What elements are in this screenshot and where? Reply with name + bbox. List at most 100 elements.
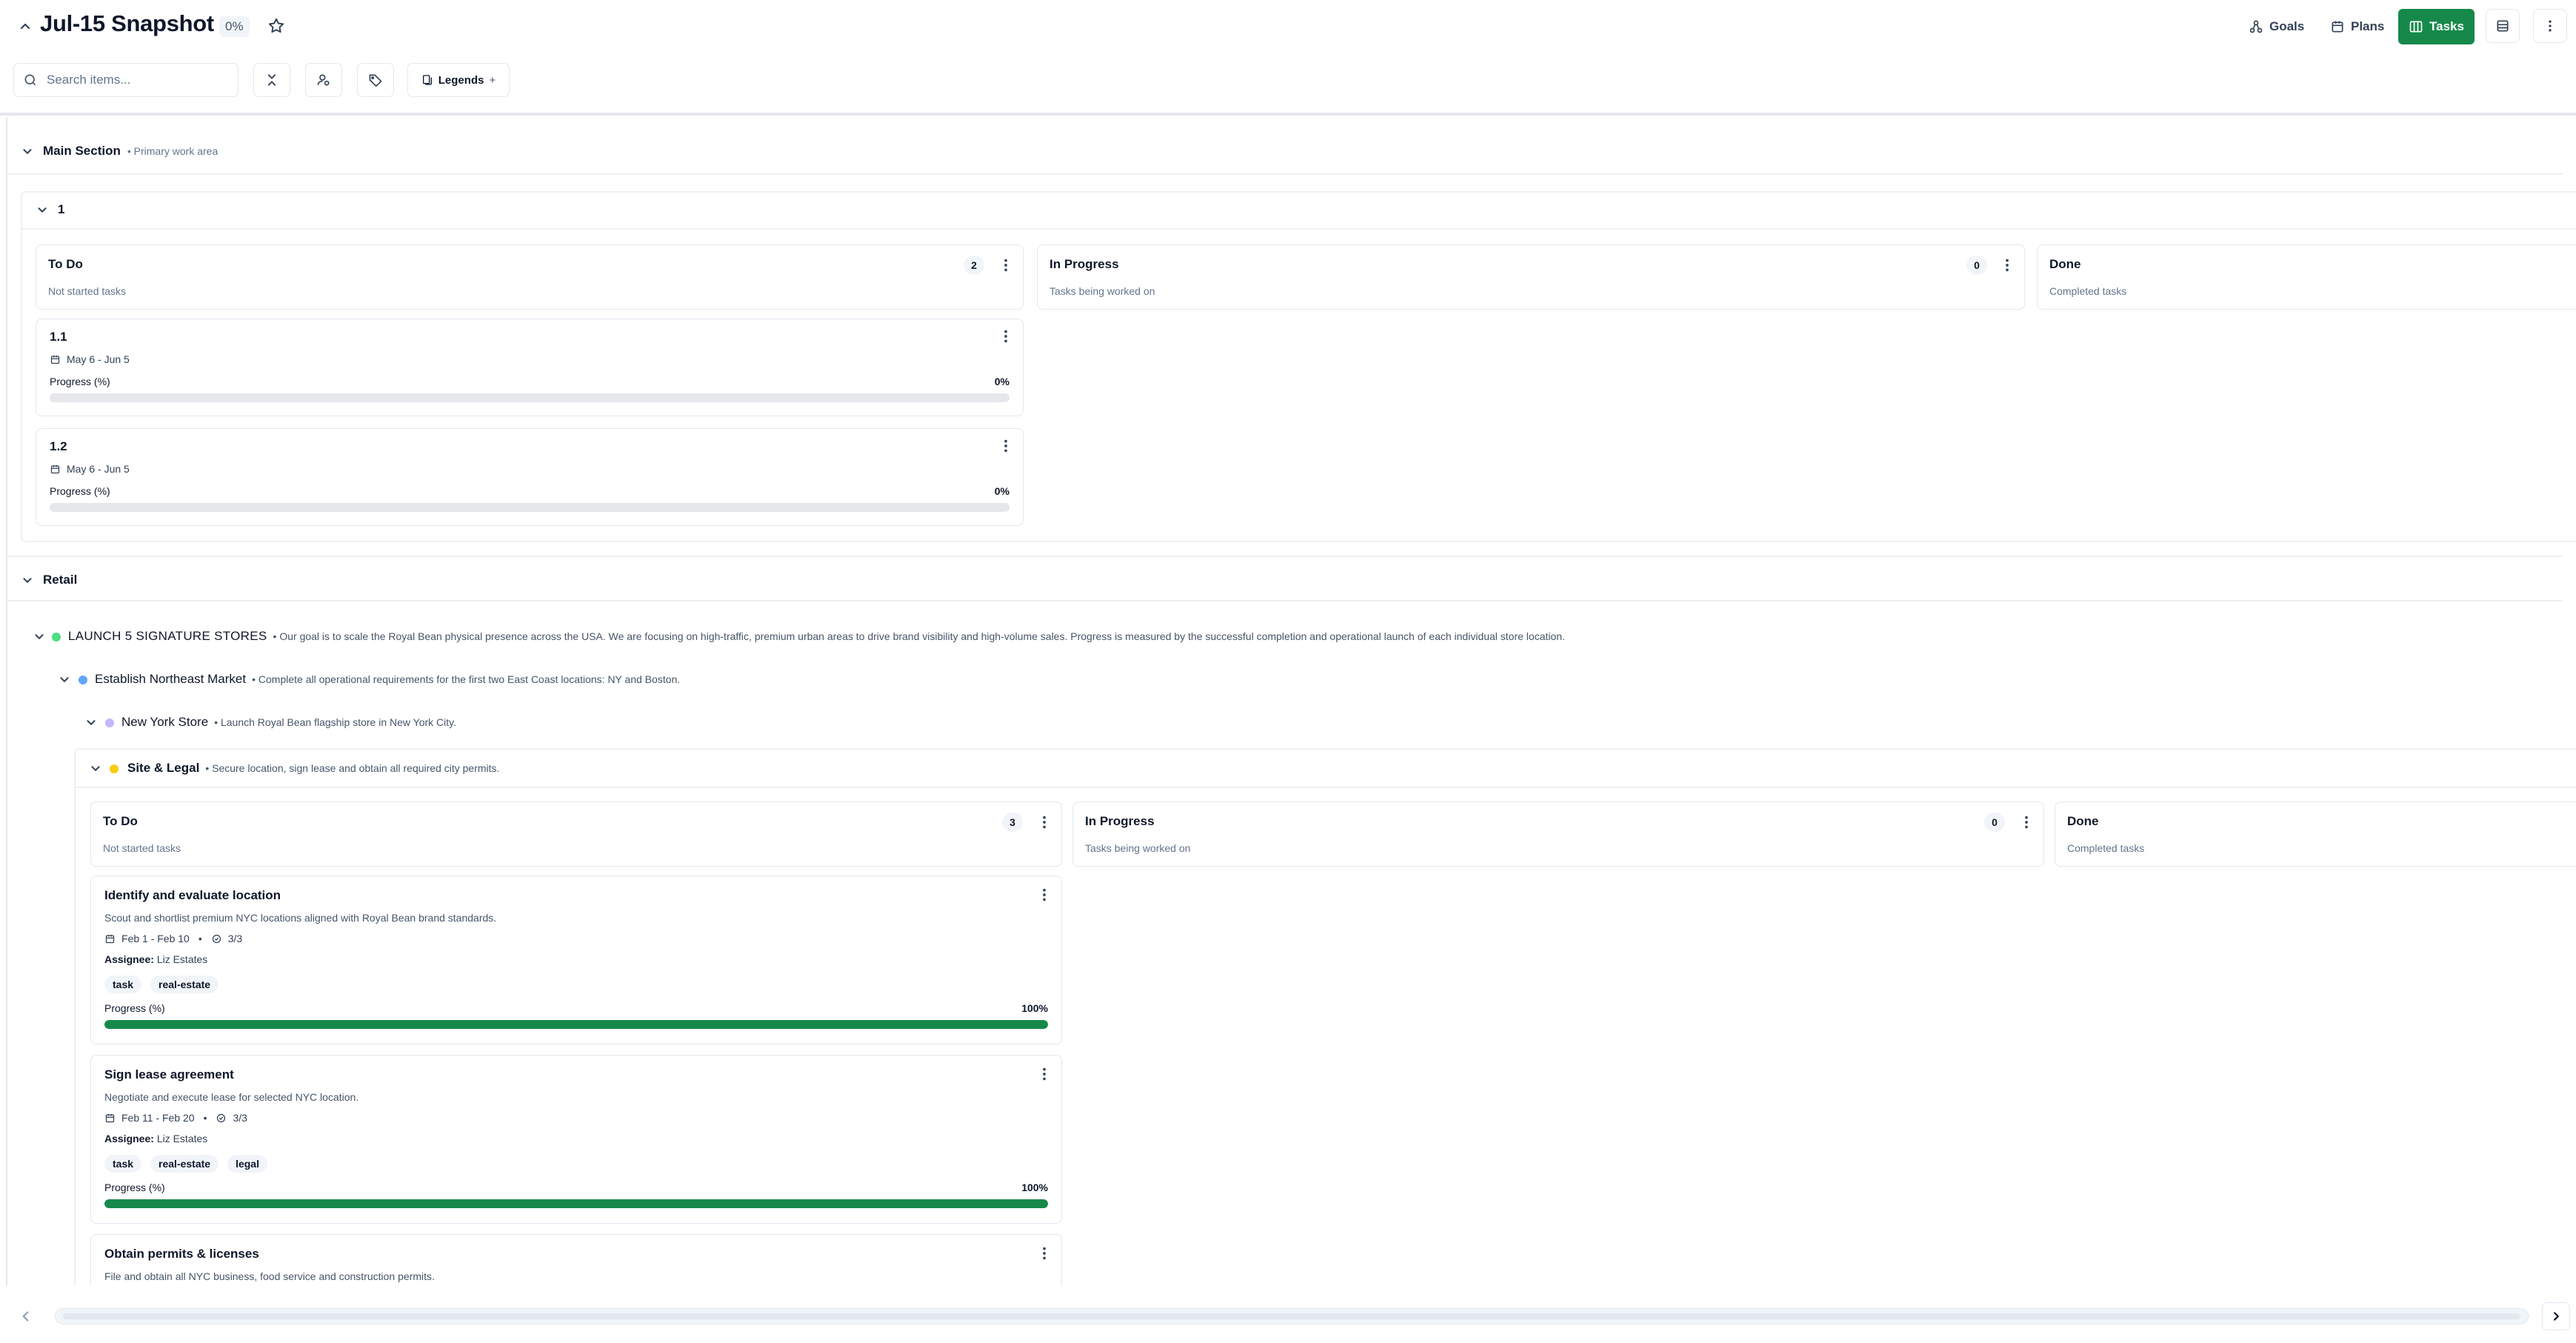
collapse-all-button[interactable] — [253, 63, 290, 97]
column-description: Not started tasks — [48, 285, 127, 297]
tag-chip[interactable]: task — [104, 976, 142, 993]
section-subtitle: • Primary work area — [127, 145, 218, 157]
kebab-icon[interactable] — [2018, 814, 2035, 830]
assignee-filter-button[interactable] — [305, 63, 342, 97]
date-range: May 6 - Jun 5 — [67, 353, 130, 365]
chevron-down-icon[interactable] — [56, 671, 73, 687]
card-title: 1.2 — [50, 439, 67, 453]
card-description: Scout and shortlist premium NYC location… — [104, 912, 497, 924]
tag-chip[interactable]: real-estate — [150, 1155, 219, 1173]
goals-button[interactable]: Goals — [2241, 12, 2312, 41]
group-title: 1 — [58, 202, 65, 216]
plans-button[interactable]: Plans — [2323, 12, 2392, 41]
checklist-icon — [211, 933, 222, 944]
chevron-down-icon[interactable] — [34, 201, 50, 218]
phase-description: • Secure location, sign lease and obtain… — [205, 762, 500, 774]
progress-bar — [50, 503, 1010, 512]
plans-label: Plans — [2351, 19, 2385, 33]
card-description: Negotiate and execute lease for selected… — [104, 1091, 359, 1103]
tag-chip[interactable]: real-estate — [150, 976, 219, 993]
progress-value: 0% — [994, 485, 1010, 497]
column-count: 0 — [1984, 813, 2005, 832]
card-title: Obtain permits & licenses — [104, 1247, 259, 1261]
assignee-label: Assignee: — [104, 953, 154, 965]
goals-label: Goals — [2269, 19, 2305, 33]
objective-row[interactable]: Establish Northeast Market • Complete al… — [95, 672, 680, 687]
goal-description: • Our goal is to scale the Royal Bean ph… — [273, 630, 1565, 642]
project-status-dot — [105, 719, 114, 727]
search-input[interactable] — [45, 72, 223, 88]
chevron-left-icon[interactable] — [16, 1307, 36, 1326]
goal-title: LAUNCH 5 SIGNATURE STORES — [68, 629, 267, 643]
progress-value: 100% — [1021, 1002, 1048, 1014]
kebab-icon[interactable] — [998, 328, 1014, 344]
collapse-icon — [264, 73, 279, 87]
board-icon — [2409, 19, 2423, 34]
column-title: In Progress — [1050, 257, 1119, 271]
divider — [7, 173, 2563, 175]
task-card[interactable]: Identify and evaluate location Scout and… — [90, 876, 1062, 1044]
star-icon[interactable] — [267, 16, 286, 36]
divider — [22, 228, 2576, 230]
phase-row[interactable]: Site & Legal • Secure location, sign lea… — [127, 761, 499, 776]
progress-label: Progress (%) — [50, 485, 110, 497]
project-row[interactable]: New York Store • Launch Royal Bean flags… — [121, 715, 456, 730]
task-card[interactable]: Sign lease agreement Negotiate and execu… — [90, 1055, 1062, 1224]
main-section-header[interactable]: Main Section • Primary work area — [43, 144, 218, 159]
kebab-icon[interactable] — [1036, 1066, 1052, 1082]
chevron-down-icon[interactable] — [83, 714, 99, 730]
progress-label: Progress (%) — [50, 376, 110, 387]
legends-button[interactable]: Legends + — [407, 63, 510, 97]
page-title: Jul-15 Snapshot — [40, 10, 214, 36]
column-description: Completed tasks — [2049, 285, 2127, 297]
calendar-icon — [2330, 19, 2345, 34]
progress-label: Progress (%) — [104, 1002, 165, 1014]
kebab-icon[interactable] — [1999, 257, 2015, 273]
divider — [7, 556, 2563, 557]
legends-label: Legends — [438, 73, 484, 87]
tag-chip[interactable]: legal — [227, 1155, 267, 1173]
tasks-button[interactable]: Tasks — [2398, 9, 2475, 44]
tag-filter-button[interactable] — [357, 63, 394, 97]
goal-row[interactable]: LAUNCH 5 SIGNATURE STORES • Our goal is … — [68, 629, 1565, 644]
section-title: Main Section — [43, 144, 121, 158]
search-box[interactable] — [13, 63, 238, 97]
column-title: Done — [2049, 257, 2081, 271]
chevron-down-icon[interactable] — [19, 572, 36, 588]
column-in-progress: In Progress Tasks being worked on 0 — [1072, 802, 2044, 867]
progress-badge: 0% — [219, 16, 250, 37]
kebab-icon[interactable] — [1036, 887, 1052, 903]
more-options-button[interactable] — [2533, 9, 2567, 43]
kebab-icon[interactable] — [1036, 814, 1052, 830]
chevron-down-icon[interactable] — [87, 760, 104, 776]
task-card[interactable]: Obtain permits & licenses File and obtai… — [90, 1234, 1062, 1286]
chevron-down-icon[interactable] — [19, 143, 36, 159]
objective-description: • Complete all operational requirements … — [252, 673, 681, 685]
scroll-thumb[interactable] — [63, 1313, 2520, 1319]
chevron-up-icon[interactable] — [16, 18, 34, 36]
progress-fill — [104, 1020, 1048, 1029]
scroll-track[interactable] — [55, 1308, 2529, 1324]
toolbar-divider — [0, 113, 2576, 116]
column-done: Done Completed tasks — [2055, 802, 2576, 867]
column-done: Done Completed tasks — [2037, 244, 2576, 310]
chevron-down-icon[interactable] — [31, 628, 47, 644]
calendar-icon — [50, 464, 61, 475]
section-title-retail[interactable]: Retail — [43, 573, 77, 587]
card-dates: May 6 - Jun 5 — [50, 353, 130, 365]
layout-toggle-button[interactable] — [2486, 9, 2520, 43]
card-title: 1.1 — [50, 330, 67, 344]
progress-fill — [104, 1199, 1048, 1208]
table-icon — [2495, 19, 2510, 33]
task-card[interactable]: 1.1 May 6 - Jun 5 Progress (%) 0% — [36, 319, 1024, 416]
kebab-icon[interactable] — [998, 438, 1014, 454]
kebab-icon[interactable] — [998, 257, 1014, 273]
plus-icon: + — [489, 73, 496, 87]
date-range: May 6 - Jun 5 — [67, 463, 130, 475]
page-header: Jul-15 Snapshot 0% Goals Plans Tasks — [0, 0, 2576, 53]
scroll-right-button[interactable] — [2542, 1302, 2570, 1330]
tag-chip[interactable]: task — [104, 1155, 142, 1173]
column-title: To Do — [103, 814, 138, 828]
task-card[interactable]: 1.2 May 6 - Jun 5 Progress (%) 0% — [36, 428, 1024, 526]
kebab-icon[interactable] — [1036, 1245, 1052, 1262]
